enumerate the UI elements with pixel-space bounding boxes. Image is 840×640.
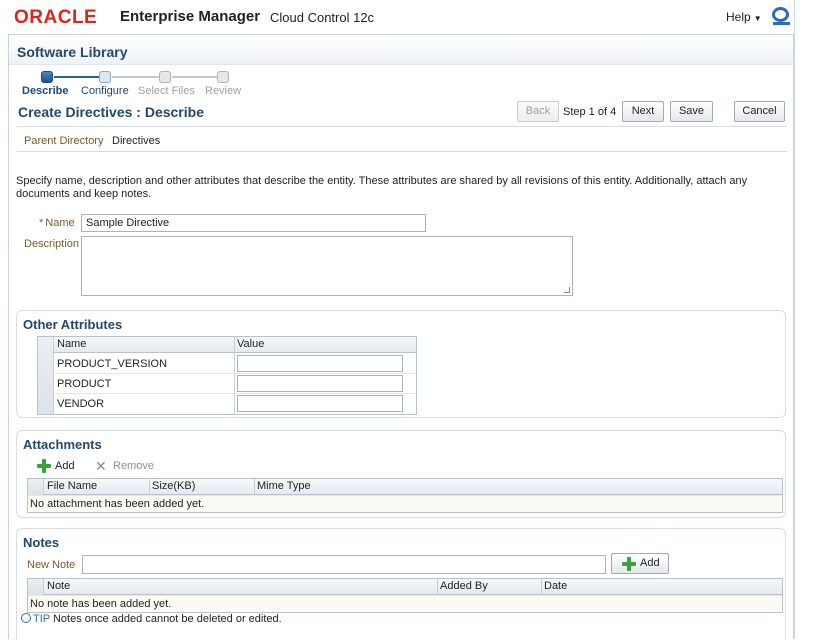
- tip-text: Notes once added cannot be deleted or ed…: [52, 613, 282, 625]
- attachments-title: Attachments: [23, 437, 102, 452]
- add-note-button[interactable]: Add: [611, 553, 669, 574]
- train-stop-select-files: [159, 71, 171, 83]
- notes-tip: TIP Notes once added cannot be deleted o…: [21, 613, 282, 625]
- oracle-logo: ORACLE: [14, 7, 98, 28]
- attribute-name: VENDOR: [57, 398, 105, 410]
- train-label-describe[interactable]: Describe: [22, 85, 68, 97]
- top-header: ORACLE Enterprise Manager Cloud Control …: [0, 0, 840, 34]
- help-menu[interactable]: Help ▼: [726, 10, 762, 24]
- column-header-added-by: Added By: [440, 580, 488, 592]
- row-selector-column: [28, 579, 44, 595]
- step-indicator: Step 1 of 4: [563, 106, 617, 118]
- new-note-label: New Note: [27, 559, 76, 571]
- add-note-label: Add: [640, 557, 660, 569]
- add-icon: [37, 459, 51, 473]
- train-stop-review: [217, 71, 229, 83]
- train-label-configure[interactable]: Configure: [81, 85, 129, 97]
- attribute-value-input[interactable]: [237, 355, 403, 372]
- train-stop-describe[interactable]: [41, 71, 53, 83]
- chevron-down-icon: ▼: [753, 14, 762, 23]
- train-stop-configure[interactable]: [99, 71, 111, 83]
- resize-handle-icon[interactable]: [564, 287, 570, 293]
- oracle-o-icon: [772, 7, 790, 25]
- name-input[interactable]: [81, 214, 426, 232]
- add-icon: [622, 557, 636, 571]
- row-selector-column: [28, 479, 44, 495]
- save-button[interactable]: Save: [670, 101, 713, 122]
- help-label: Help: [726, 10, 751, 24]
- description-label: Description: [24, 238, 80, 250]
- main-content: Software Library Describe Configure Sele…: [8, 34, 795, 640]
- attributes-table-header: Name Value: [38, 337, 416, 353]
- intro-text: Specify name, description and other attr…: [16, 175, 748, 200]
- column-divider: [541, 579, 542, 595]
- attribute-name: PRODUCT: [57, 378, 112, 390]
- column-header-size: Size(KB): [152, 480, 196, 492]
- page-header: Software Library: [9, 35, 793, 65]
- remove-icon: ✕: [95, 458, 107, 474]
- row-selector-column: [38, 337, 54, 414]
- cancel-button[interactable]: Cancel: [734, 101, 785, 122]
- other-attributes-title: Other Attributes: [23, 317, 123, 332]
- column-divider: [437, 579, 438, 595]
- column-header-date: Date: [544, 580, 568, 592]
- tip-label: TIP: [33, 613, 50, 625]
- column-header-file-name: File Name: [47, 480, 98, 492]
- add-attachment-label: Add: [55, 460, 75, 472]
- train-label-review: Review: [205, 85, 242, 97]
- attachments-table: File Name Size(KB) Mime Type No attachme…: [27, 478, 783, 513]
- column-header-name: Name: [57, 338, 87, 350]
- notes-table: Note Added By Date No note has been adde…: [27, 578, 783, 613]
- attribute-name: PRODUCT_VERSION: [57, 358, 168, 370]
- attachments-table-header: File Name Size(KB) Mime Type: [28, 479, 782, 495]
- wizard-title: Create Directives : Describe: [18, 104, 204, 120]
- column-header-mime-type: Mime Type: [257, 480, 311, 492]
- product-edition: Cloud Control 12c: [270, 10, 375, 25]
- divider: [17, 151, 787, 152]
- tip-check-icon: [21, 613, 31, 623]
- other-attributes-section: Other Attributes Name Value PRODUCT_VERS…: [16, 310, 786, 418]
- notes-title: Notes: [23, 535, 60, 550]
- column-header-value: Value: [237, 338, 265, 350]
- remove-attachment-label: Remove: [113, 460, 154, 472]
- name-label: * Name: [39, 217, 75, 229]
- description-textarea[interactable]: [81, 236, 573, 296]
- attachments-empty-message: No attachment has been added yet.: [28, 495, 782, 512]
- notes-empty-message: No note has been added yet.: [28, 595, 782, 612]
- product-title: Enterprise Manager: [120, 8, 261, 25]
- attribute-value-input[interactable]: [237, 395, 403, 412]
- column-divider: [149, 479, 150, 495]
- new-note-input[interactable]: [82, 555, 606, 574]
- attachments-section: Attachments Add ✕ Remove File Name Size(…: [16, 430, 786, 518]
- parent-directory-label: Parent Directory: [24, 135, 104, 147]
- required-icon: *: [39, 217, 44, 229]
- train-connector: [172, 76, 217, 78]
- divider: [17, 126, 787, 127]
- attributes-table: Name Value PRODUCT_VERSION PRODUCT VENDO…: [37, 336, 417, 415]
- notes-table-header: Note Added By Date: [28, 579, 782, 595]
- column-divider: [254, 479, 255, 495]
- page-title: Software Library: [17, 44, 128, 60]
- parent-directory-value: Directives: [112, 135, 161, 147]
- train-connector: [112, 76, 159, 78]
- column-header-note: Note: [47, 580, 71, 592]
- back-button[interactable]: Back: [517, 101, 559, 122]
- train-label-select-files: Select Files: [138, 85, 195, 97]
- attribute-value-input[interactable]: [237, 375, 403, 392]
- train-connector: [54, 76, 99, 78]
- step-train: Describe Configure Select Files Review: [9, 69, 795, 101]
- next-button[interactable]: Next: [622, 101, 664, 122]
